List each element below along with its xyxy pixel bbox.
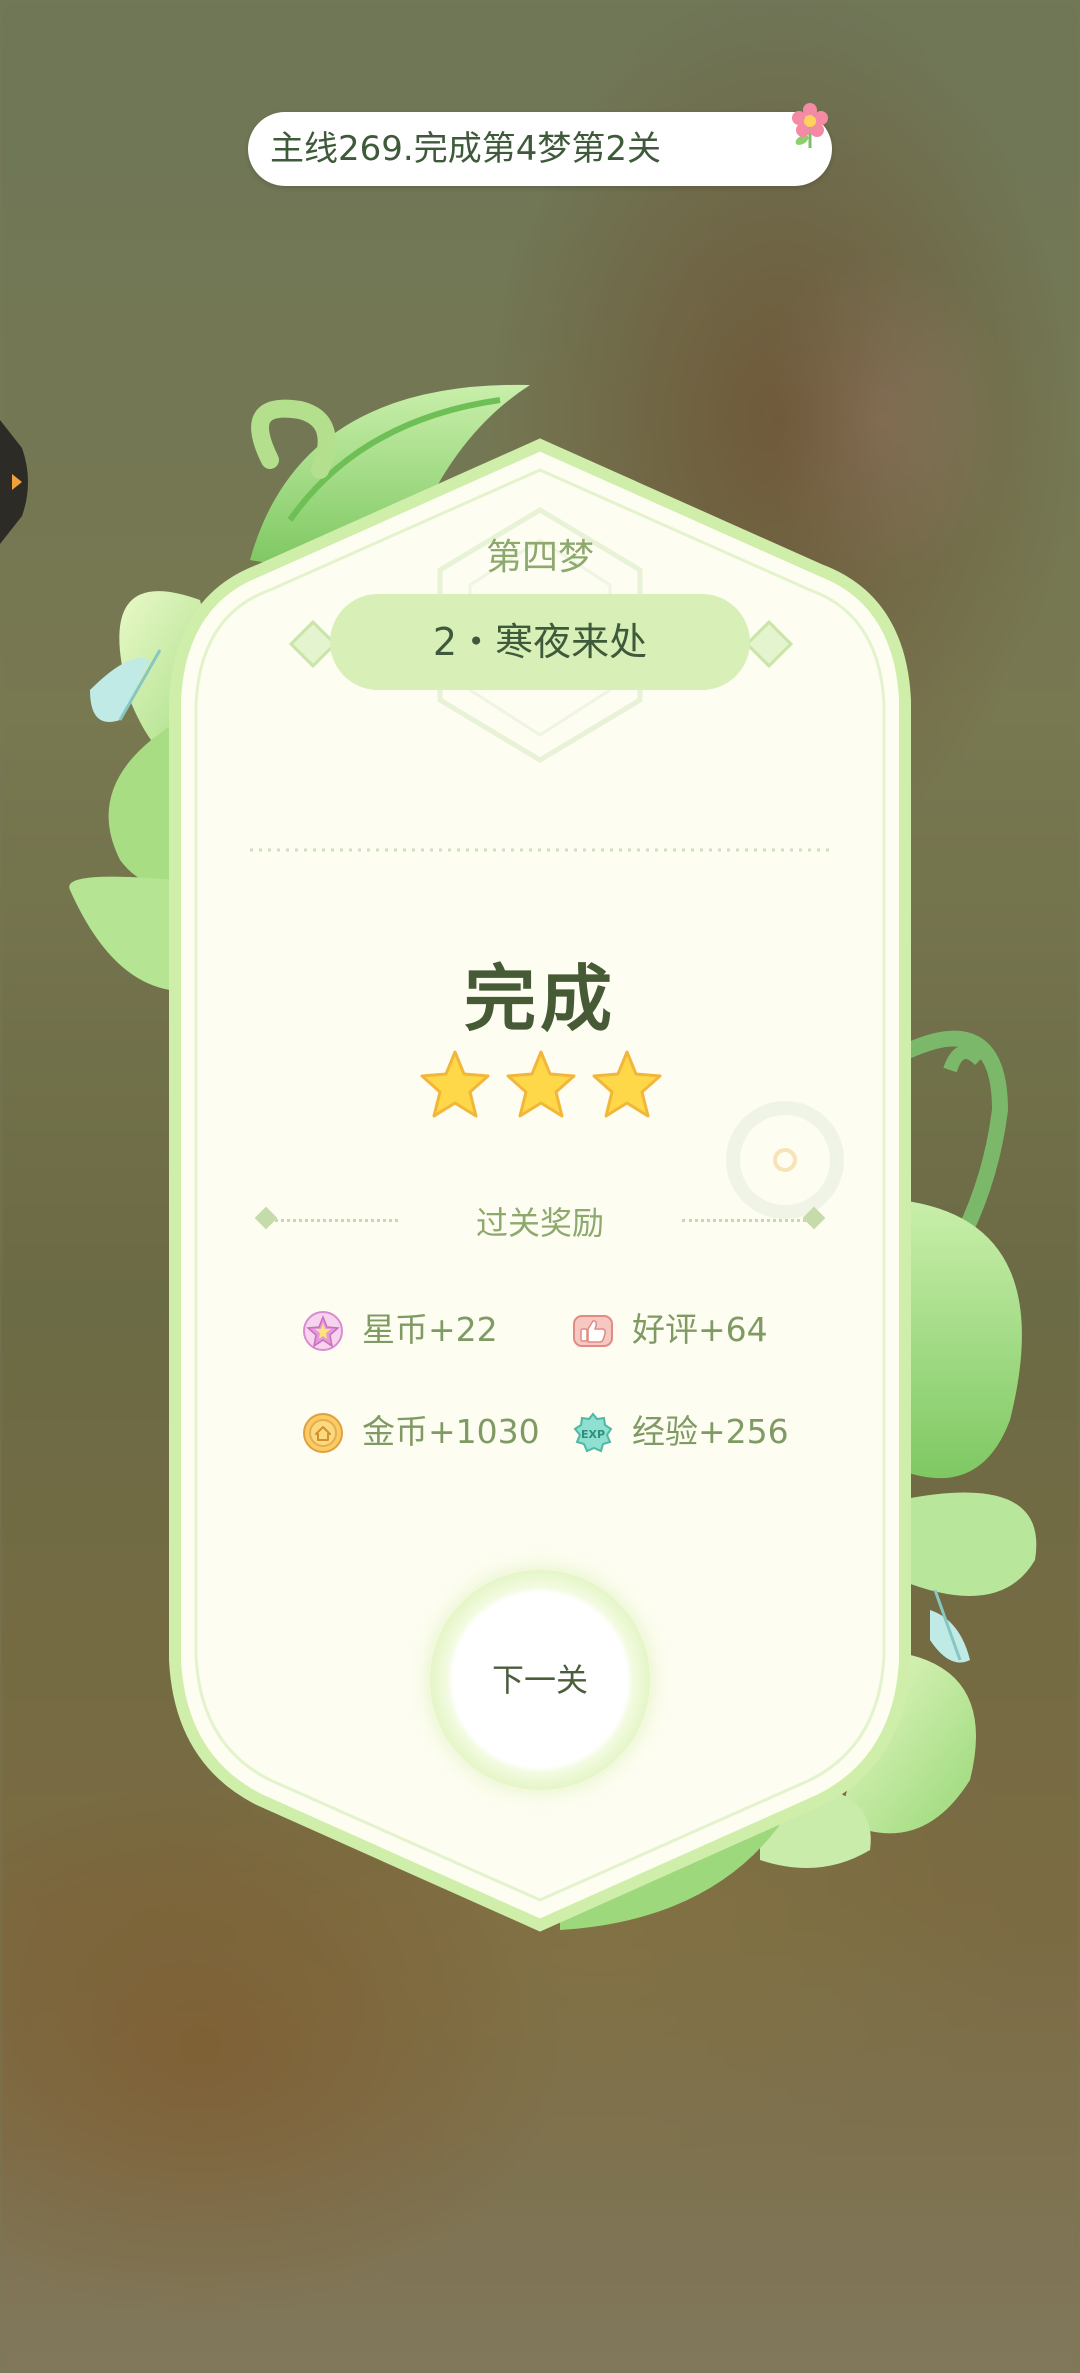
next-level-label: 下一关 bbox=[491, 1661, 588, 1699]
side-drawer-tab[interactable] bbox=[0, 420, 38, 544]
reward-label: 经验+256 bbox=[632, 1412, 789, 1451]
result-title: 完成 bbox=[463, 957, 616, 1041]
level-name-pill: 2・寒夜来处 bbox=[330, 594, 750, 690]
experience-icon: EXP bbox=[573, 1412, 613, 1453]
thumbs-up-icon bbox=[573, 1315, 613, 1347]
gold-coin-icon bbox=[303, 1413, 343, 1453]
reward-item-star-coin: 星币+22 bbox=[302, 1306, 532, 1354]
reward-item-experience: EXP 经验+256 bbox=[572, 1408, 812, 1456]
reward-divider-right bbox=[682, 1219, 812, 1222]
reward-label: 好评+64 bbox=[632, 1310, 768, 1349]
level-name: 2・寒夜来处 bbox=[432, 620, 648, 664]
star-icon bbox=[420, 1050, 490, 1118]
dream-chapter-label: 第四梦 bbox=[485, 537, 594, 578]
quest-banner[interactable]: 主线269.完成第4梦第2关 bbox=[248, 103, 832, 186]
next-level-button[interactable]: 下一关 bbox=[430, 1570, 650, 1790]
reward-label: 星币+22 bbox=[362, 1310, 498, 1349]
flower-icon bbox=[792, 103, 828, 148]
reward-item-good-review: 好评+64 bbox=[572, 1306, 802, 1354]
quest-text: 主线269.完成第4梦第2关 bbox=[270, 129, 661, 169]
svg-text:EXP: EXP bbox=[581, 1428, 605, 1441]
star-rating bbox=[420, 1050, 662, 1118]
star-icon bbox=[506, 1050, 576, 1118]
reward-label: 金币+1030 bbox=[362, 1412, 540, 1451]
star-coin-icon bbox=[303, 1311, 343, 1351]
star-icon bbox=[592, 1050, 662, 1118]
reward-item-gold-coin: 金币+1030 bbox=[302, 1408, 552, 1456]
rewards-title: 过关奖励 bbox=[475, 1204, 604, 1242]
